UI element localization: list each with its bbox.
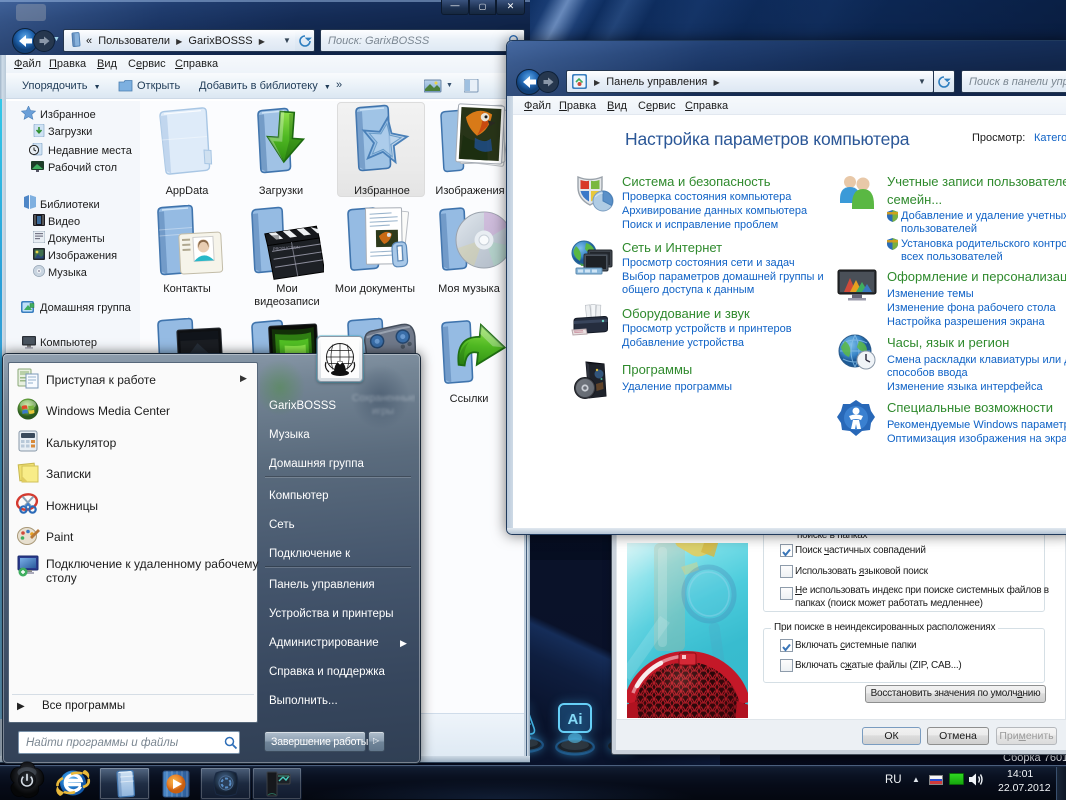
svg-text:Ai: Ai [568,711,583,728]
